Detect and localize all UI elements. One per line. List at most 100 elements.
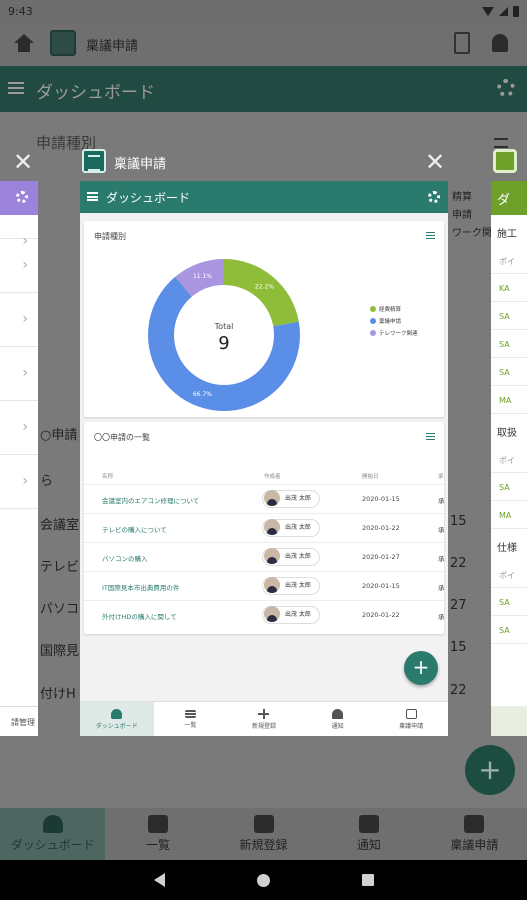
left-card-header xyxy=(0,181,38,215)
list-item xyxy=(0,347,38,401)
dashboard-icon xyxy=(111,708,123,719)
battery-icon xyxy=(513,5,519,17)
table-row[interactable]: 外付けHDの購入に関して 出茂 太郎 2020-01-22 承 xyxy=(84,600,445,629)
left-card-footer: 請管理 xyxy=(0,706,38,736)
list-icon xyxy=(148,815,169,833)
panel-title: 〇〇申請の一覧 xyxy=(94,433,150,442)
right-card-header: ダ xyxy=(491,181,527,215)
row-name[interactable]: 会議室内のエアコン修理について xyxy=(102,495,199,505)
menu-icon[interactable] xyxy=(426,232,435,239)
legend-item[interactable]: 稟議申請 xyxy=(370,317,418,325)
status-time: 9:43 xyxy=(8,4,33,18)
column-header: 名称 xyxy=(102,474,114,480)
background-number: 27 xyxy=(450,598,467,613)
background-nav-list: 一覧 xyxy=(105,808,210,860)
list-item xyxy=(0,401,38,455)
legend-item[interactable]: テレワーク関連 xyxy=(370,329,418,337)
row-name[interactable]: パソコンの購入 xyxy=(102,553,148,563)
legend-swatch xyxy=(370,318,376,324)
background-fragment: ワーク関 xyxy=(452,228,492,239)
dashboard-icon xyxy=(42,815,63,833)
group-label: 取扱 xyxy=(497,428,517,439)
app-logo-icon xyxy=(50,30,76,56)
background-number: 15 xyxy=(450,514,467,529)
main-card-app-title: 稟議申請 xyxy=(114,157,167,172)
row-name[interactable]: 外付けHDの購入に関して xyxy=(102,611,177,621)
slice-label: 11.1% xyxy=(193,273,212,280)
list-item xyxy=(0,293,38,347)
total-label: Total xyxy=(214,322,234,331)
document-icon xyxy=(454,32,470,54)
application-type-panel: 申請種別 22.2% 66.7% 11.1% Total 9 経費精算 稟議申請 テレワーク… xyxy=(84,221,444,417)
legend-swatch xyxy=(370,330,376,336)
recents-icon[interactable] xyxy=(361,874,374,886)
home-button-icon[interactable] xyxy=(256,873,270,887)
home-icon xyxy=(14,34,34,52)
recent-app-card-main[interactable]: ダッシュボード 申請種別 22.2% 66.7% 11.1% Total 9 経費精算稟… xyxy=(80,181,448,736)
bell-icon xyxy=(332,708,344,719)
table-row[interactable]: 会議室内のエアコン修理について 出茂 太郎 2020-01-15 承 xyxy=(84,484,445,513)
list-item: ポイ xyxy=(491,445,527,473)
legend-label: 稟議申請 xyxy=(379,319,402,325)
bell-icon xyxy=(358,815,379,833)
back-icon[interactable] xyxy=(153,873,165,887)
list-item: SA xyxy=(491,473,527,501)
app-header: ダッシュボード xyxy=(80,181,448,213)
background-header: ダッシュボード xyxy=(0,66,527,112)
row-date: 2020-01-22 xyxy=(362,611,400,619)
right-card-footer xyxy=(491,706,527,736)
table-header: 名称 作成者 開始日 承 xyxy=(84,468,444,484)
bell-icon xyxy=(492,34,508,52)
row-name[interactable]: テレビの購入について xyxy=(102,524,167,534)
menu-icon[interactable] xyxy=(426,433,435,440)
gear-icon[interactable] xyxy=(428,191,440,203)
gear-icon xyxy=(16,191,28,203)
right-app-icon[interactable] xyxy=(493,149,517,173)
row-date: 2020-01-15 xyxy=(362,495,400,503)
wifi-icon xyxy=(482,6,494,16)
page-title: ダッシュボード xyxy=(106,191,191,205)
nav-dashboard[interactable]: ダッシュボード xyxy=(80,702,154,736)
background-nav-dashboard: ダッシュボード xyxy=(0,808,106,860)
list-item: SA xyxy=(491,358,527,386)
nav-app[interactable]: 稟議申請 xyxy=(374,702,448,736)
background-fragment: 精算 xyxy=(452,192,472,203)
list-item: SA xyxy=(491,616,527,644)
donut-chart: 22.2% 66.7% 11.1% Total 9 xyxy=(148,259,300,411)
legend-swatch xyxy=(370,306,376,312)
avatar xyxy=(264,490,280,506)
recent-app-card-right[interactable]: ダ 施工 ポイ KA SA SA SA MA 取扱 ポイ SA MA 仕様 ポイ… xyxy=(491,181,527,736)
row-name[interactable]: IT国際見本市出典費用の件 xyxy=(102,582,179,592)
plus-icon xyxy=(258,708,270,719)
table-row[interactable]: テレビの購入について 出茂 太郎 2020-01-22 承 xyxy=(84,513,445,542)
total-value: 9 xyxy=(218,333,229,354)
add-button[interactable]: + xyxy=(404,651,438,685)
close-left-card-icon[interactable]: ✕ xyxy=(13,148,33,176)
legend-label: 経費精算 xyxy=(379,307,402,313)
background-number: 22 xyxy=(450,683,467,698)
avatar xyxy=(264,606,280,622)
background-bottom-nav: ダッシュボード 一覧 新規登録 通知 稟議申請 xyxy=(0,808,527,860)
row-extra: 承 xyxy=(438,526,445,534)
list-item: SA xyxy=(491,330,527,358)
recent-app-card-left[interactable]: 請管理 xyxy=(0,181,38,736)
close-main-card-icon[interactable]: ✕ xyxy=(425,148,445,176)
nav-new[interactable]: 新規登録 xyxy=(227,702,301,736)
group-label: 仕様 xyxy=(497,543,517,554)
app-icon[interactable] xyxy=(82,149,106,173)
nav-notify[interactable]: 通知 xyxy=(301,702,375,736)
list-item xyxy=(0,455,38,509)
menu-icon xyxy=(494,138,508,148)
legend-item[interactable]: 経費精算 xyxy=(370,305,418,313)
background-nav-app: 稟議申請 xyxy=(422,808,527,860)
status-icons xyxy=(482,5,519,17)
app-icon xyxy=(405,708,417,719)
signal-icon xyxy=(499,6,508,16)
background-add-button: + xyxy=(465,745,515,795)
table-row[interactable]: パソコンの購入 出茂 太郎 2020-01-27 承 xyxy=(84,542,445,571)
table-row[interactable]: IT国際見本市出典費用の件 出茂 太郎 2020-01-15 承 xyxy=(84,571,445,600)
nav-list[interactable]: 一覧 xyxy=(154,702,228,736)
slice-label: 22.2% xyxy=(255,284,274,291)
plus-icon xyxy=(253,815,274,833)
menu-icon[interactable] xyxy=(87,192,98,201)
